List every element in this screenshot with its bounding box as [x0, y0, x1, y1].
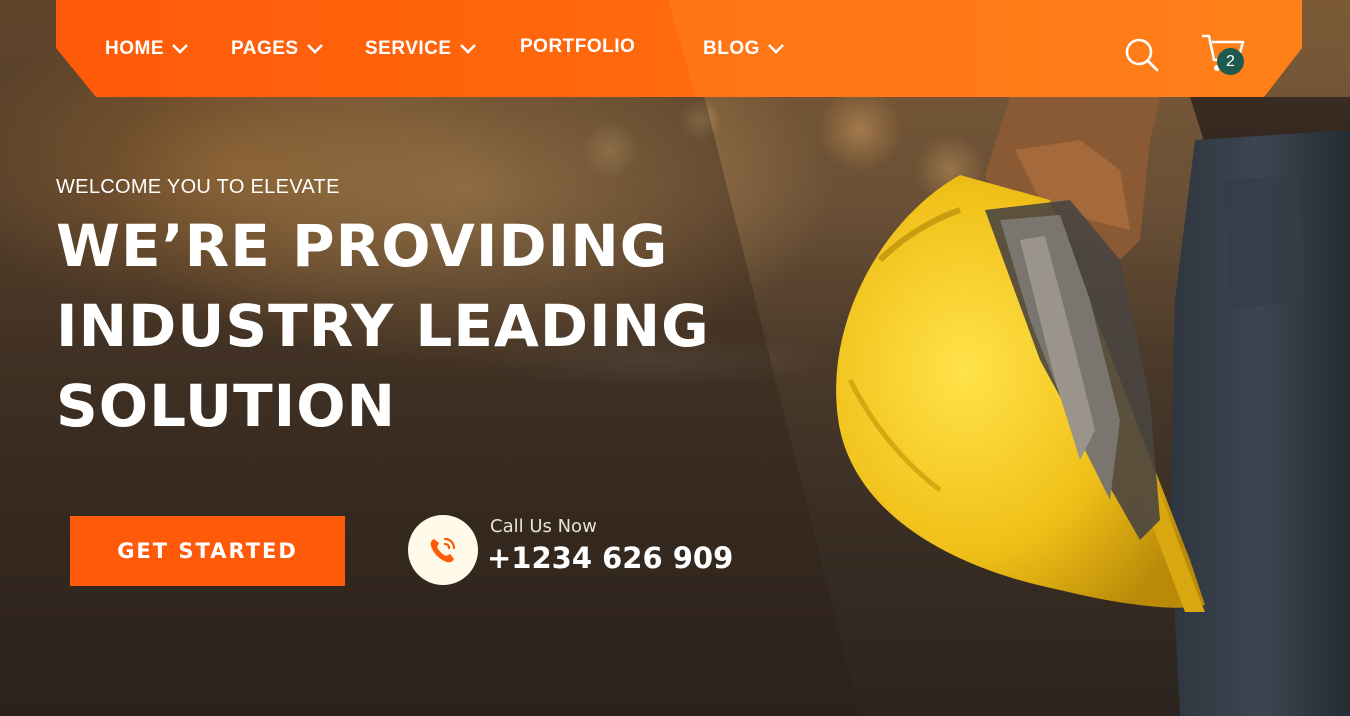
get-started-button[interactable]: GET STARTED	[70, 516, 345, 586]
call-label: Call Us Now	[490, 516, 597, 537]
chevron-down-icon	[459, 44, 476, 54]
nav-item-label: SERVICE	[365, 38, 452, 59]
phone-icon	[430, 537, 456, 563]
hero-headline: WE’RE PROVIDING INDUSTRY LEADING SOLUTIO…	[56, 206, 716, 446]
nav-item-blog[interactable]: BLOG	[703, 38, 784, 60]
chevron-down-icon	[306, 44, 323, 54]
nav-item-home[interactable]: HOME	[105, 38, 188, 60]
headline-line: INDUSTRY LEADING	[56, 292, 710, 360]
nav-item-label: HOME	[105, 38, 164, 59]
nav-item-portfolio[interactable]: PORTFOLIO	[520, 36, 635, 58]
nav-item-label: PORTFOLIO	[520, 36, 636, 57]
chevron-down-icon	[172, 44, 188, 54]
hero-section: HOME PAGES SERVICE PORTFOLIO BLOG 2 WELC…	[0, 0, 1350, 716]
nav-item-pages[interactable]: PAGES	[231, 38, 323, 60]
nav-item-label: BLOG	[703, 38, 760, 59]
nav-item-label: PAGES	[231, 38, 299, 59]
cart-count-badge: 2	[1217, 48, 1244, 75]
search-icon[interactable]	[1124, 37, 1160, 73]
hero-eyebrow: WELCOME YOU TO ELEVATE	[56, 176, 340, 198]
nav-item-service[interactable]: SERVICE	[365, 38, 476, 60]
headline-line: SOLUTION	[56, 372, 397, 440]
headline-line: WE’RE PROVIDING	[56, 212, 669, 280]
chevron-down-icon	[767, 44, 784, 54]
call-button[interactable]	[408, 515, 478, 585]
phone-number-link[interactable]: +1234 626 909	[487, 541, 733, 575]
